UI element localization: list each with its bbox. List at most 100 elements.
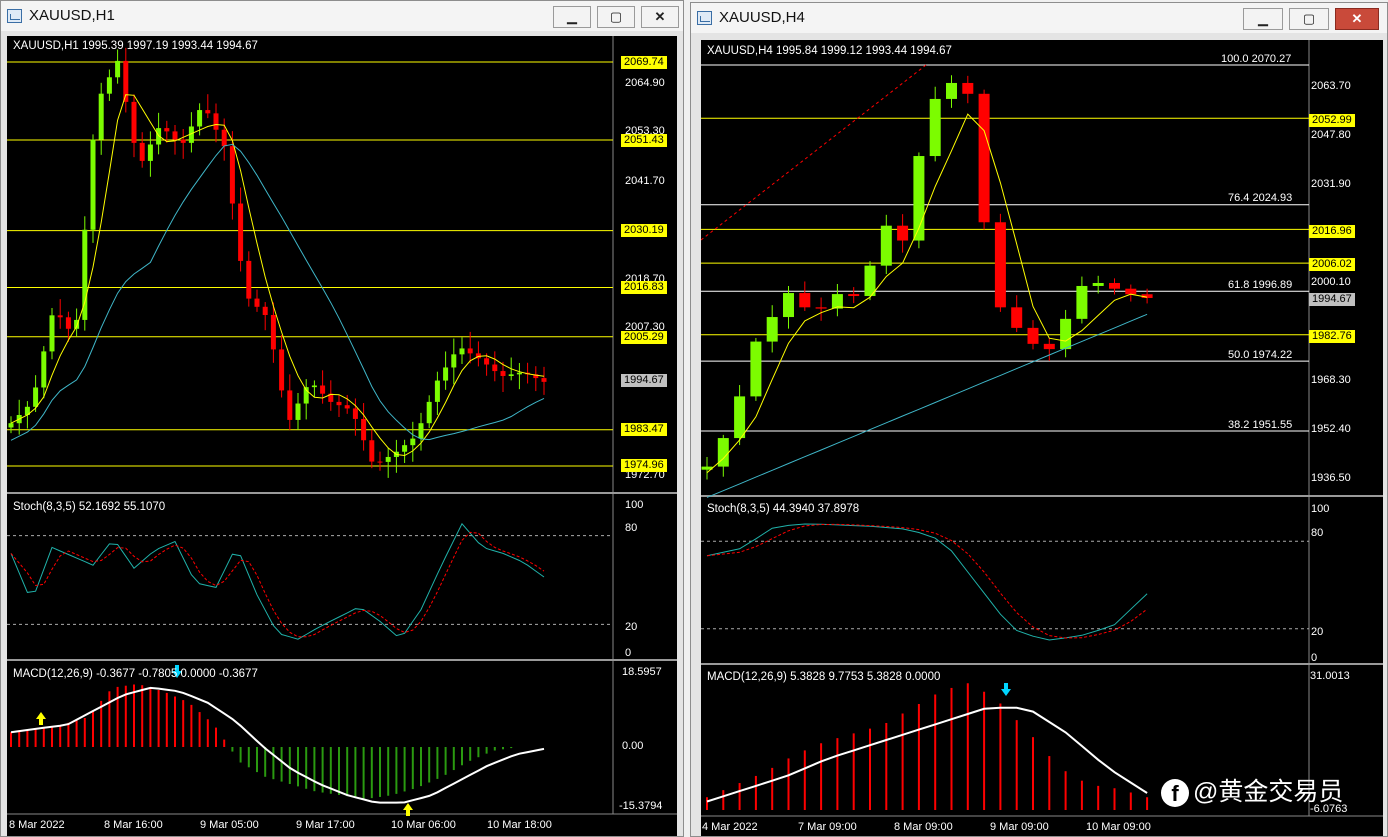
chart-window-icon bbox=[7, 9, 22, 23]
stoch-label: Stoch(8,3,5) 52.1692 55.1070 bbox=[13, 501, 166, 513]
candle-body bbox=[197, 110, 203, 127]
candle-body bbox=[180, 139, 186, 143]
candle-body bbox=[426, 401, 432, 424]
candle-body bbox=[295, 403, 301, 420]
candle-body bbox=[492, 364, 498, 372]
candle-body bbox=[352, 408, 358, 419]
candle-body bbox=[484, 358, 490, 365]
fib-level-label: 76.4 2024.93 bbox=[1228, 192, 1293, 204]
candle-body bbox=[377, 461, 383, 463]
candle-body bbox=[320, 385, 326, 394]
candle-body bbox=[750, 341, 762, 397]
candle-body bbox=[410, 438, 416, 446]
level-tag: 2016.96 bbox=[1309, 225, 1355, 238]
candle-body bbox=[246, 260, 252, 299]
candle-body bbox=[516, 372, 522, 375]
candle-body bbox=[402, 445, 408, 452]
time-axis-label: 9 Mar 17:00 bbox=[296, 819, 355, 831]
time-axis-label: 9 Mar 05:00 bbox=[200, 819, 259, 831]
h1-chart-canvas[interactable] bbox=[7, 36, 677, 836]
fib-trend-line bbox=[701, 64, 927, 241]
level-tag: 2051.43 bbox=[621, 134, 667, 147]
chart-window-h1[interactable]: XAUUSD,H1 ▁ ▢ ✕ XAUUSD,H1 1995.39 1997.1… bbox=[0, 0, 684, 837]
candle-body bbox=[978, 93, 990, 223]
minimize-button[interactable]: ▁ bbox=[1243, 8, 1283, 30]
maximize-button[interactable]: ▢ bbox=[597, 6, 635, 28]
candle-body bbox=[766, 317, 778, 342]
current-price-tag: 1994.67 bbox=[1309, 293, 1355, 306]
close-button[interactable]: ✕ bbox=[641, 6, 679, 28]
level-tag: 2005.29 bbox=[621, 331, 667, 344]
ma-slow-line bbox=[706, 313, 1148, 498]
stoch-axis-label: 20 bbox=[625, 621, 638, 633]
price-axis-label: 2063.70 bbox=[1311, 80, 1351, 92]
h4-chart-canvas[interactable] bbox=[701, 40, 1383, 836]
level-tag: 2006.02 bbox=[1309, 258, 1355, 271]
current-price-tag: 1994.67 bbox=[621, 374, 667, 387]
candle-body bbox=[946, 82, 957, 99]
candle-body bbox=[238, 203, 244, 261]
price-axis-label: 2041.70 bbox=[625, 175, 665, 187]
candle-body bbox=[311, 385, 317, 388]
macd-cross-arrow-icon bbox=[1001, 683, 1011, 696]
candle-body bbox=[33, 387, 39, 407]
stoch-axis-label: 20 bbox=[1311, 626, 1324, 638]
title-bar-h4[interactable]: XAUUSD,H4 ▁ ▢ ✕ bbox=[691, 3, 1387, 33]
price-axis-label: 2064.90 bbox=[625, 77, 665, 89]
candle-body bbox=[344, 405, 350, 409]
macd-label: MACD(12,26,9) -0.3677 -0.7805 0.0000 -0.… bbox=[13, 668, 258, 680]
candle-body bbox=[131, 101, 137, 143]
watermark-text: @黄金交易员 bbox=[1193, 778, 1344, 806]
time-axis-label: 9 Mar 09:00 bbox=[990, 821, 1049, 833]
candle-body bbox=[361, 418, 367, 441]
macd-label: MACD(12,26,9) 5.3828 9.7753 5.3828 0.000… bbox=[707, 671, 941, 683]
watermark: f @黄金交易员 bbox=[1161, 772, 1343, 808]
title-bar-h1[interactable]: XAUUSD,H1 ▁ ▢ ✕ bbox=[1, 1, 683, 31]
candle-body bbox=[994, 222, 1006, 308]
candle-body bbox=[139, 142, 145, 161]
candle-body bbox=[962, 82, 974, 94]
candle-body bbox=[98, 93, 104, 140]
candle-body bbox=[848, 294, 860, 297]
macd-cross-arrow-icon bbox=[36, 712, 46, 725]
candle-body bbox=[1060, 318, 1072, 350]
pane-separator bbox=[701, 663, 1383, 665]
candle-body bbox=[1011, 307, 1023, 328]
time-axis-label: 8 Mar 2022 bbox=[9, 819, 65, 831]
candle-body bbox=[229, 146, 235, 204]
maximize-button[interactable]: ▢ bbox=[1289, 8, 1329, 30]
candle-body bbox=[864, 265, 876, 297]
macd-axis-label: -15.3794 bbox=[619, 800, 663, 812]
candle-body bbox=[443, 367, 449, 381]
price-axis-label: 1968.30 bbox=[1311, 374, 1351, 386]
candle-body bbox=[451, 354, 457, 368]
fib-level-label: 50.0 1974.22 bbox=[1228, 349, 1293, 361]
stoch-axis-label: 0 bbox=[1311, 652, 1318, 664]
minimize-button[interactable]: ▁ bbox=[553, 6, 591, 28]
chart-area-h1[interactable]: XAUUSD,H1 1995.39 1997.19 1993.44 1994.6… bbox=[7, 36, 677, 836]
candle-body bbox=[106, 77, 112, 94]
chart-area-h4[interactable]: XAUUSD,H4 1995.84 1999.12 1993.44 1994.6… bbox=[701, 40, 1383, 836]
macd-axis-label: 31.0013 bbox=[1310, 670, 1350, 682]
time-axis-label: 10 Mar 09:00 bbox=[1086, 821, 1151, 833]
candle-body bbox=[287, 390, 293, 420]
level-tag: 2069.74 bbox=[621, 56, 667, 69]
macd-axis-label: 18.5957 bbox=[622, 666, 662, 678]
candle-body bbox=[90, 139, 96, 230]
candle-body bbox=[467, 348, 473, 354]
price-axis-label: 2031.90 bbox=[1311, 178, 1351, 190]
time-axis-label: 7 Mar 09:00 bbox=[798, 821, 857, 833]
candle-body bbox=[929, 98, 941, 157]
fib-level-label: 100.0 2070.27 bbox=[1221, 53, 1292, 65]
time-axis-label: 4 Mar 2022 bbox=[702, 821, 758, 833]
chart-window-h4[interactable]: XAUUSD,H4 ▁ ▢ ✕ XAUUSD,H4 1995.84 1999.1… bbox=[690, 2, 1388, 837]
candle-body bbox=[369, 440, 375, 462]
pane-separator bbox=[7, 659, 677, 661]
chart-window-icon bbox=[697, 11, 712, 25]
stoch-axis-label: 100 bbox=[1311, 503, 1330, 515]
level-tag: 1982.76 bbox=[1309, 330, 1355, 343]
level-tag: 1974.96 bbox=[621, 459, 667, 472]
stoch-label: Stoch(8,3,5) 44.3940 37.8978 bbox=[707, 503, 860, 515]
level-tag: 2016.83 bbox=[621, 281, 667, 294]
close-button[interactable]: ✕ bbox=[1335, 8, 1379, 30]
